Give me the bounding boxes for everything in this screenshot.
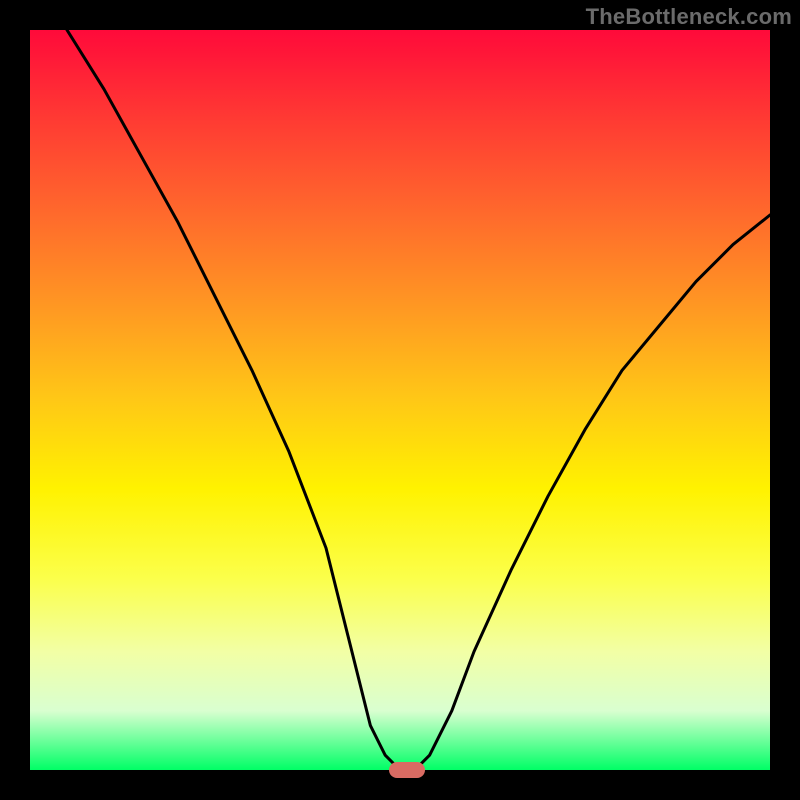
plot-background-gradient [30, 30, 770, 770]
chart-frame: TheBottleneck.com [0, 0, 800, 800]
watermark-text: TheBottleneck.com [586, 4, 792, 30]
